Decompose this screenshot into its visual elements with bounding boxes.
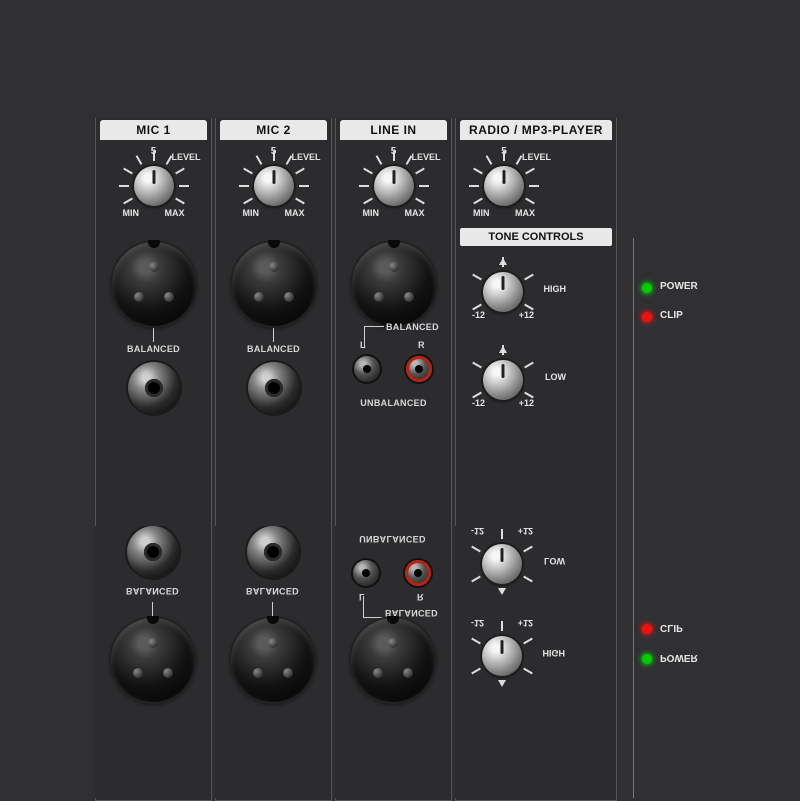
channel-title: MIC 2: [256, 123, 291, 137]
xlr-jack-mirror[interactable]: [231, 618, 315, 702]
trs-jack-mirror[interactable]: [127, 526, 179, 578]
channel-title: MIC 1: [136, 123, 171, 137]
label-max: MAX: [165, 208, 185, 218]
power-led-icon: [642, 283, 652, 293]
mixer-panel: MIC 1 5 LEVEL MIN MAX BALANCED MIC 2 5 L…: [95, 118, 710, 800]
xlr-jack[interactable]: [112, 242, 196, 326]
balanced-label: BALANCED: [386, 322, 439, 332]
level-knob[interactable]: 5 LEVEL MIN MAX: [229, 144, 319, 230]
xlr-jack-mirror[interactable]: [351, 618, 435, 702]
power-led-mirror-icon: [642, 654, 652, 664]
tone-high-knob-mirror[interactable]: -12 +12 HIGH: [457, 612, 547, 698]
clip-led-mirror-icon: [642, 624, 652, 634]
trs-jack[interactable]: [248, 362, 300, 414]
channel-title: LINE IN: [370, 123, 416, 137]
channel-header: RADIO / MP3-PLAYER: [460, 120, 612, 140]
rca-l-jack[interactable]: [354, 356, 380, 382]
l-label: L: [360, 340, 366, 350]
rca-r-jack[interactable]: [406, 356, 432, 382]
xlr-jack[interactable]: [232, 242, 316, 326]
trs-jack-mirror[interactable]: [247, 526, 299, 578]
channel-title: RADIO / MP3-PLAYER: [469, 123, 603, 137]
xlr-jack[interactable]: [352, 242, 436, 326]
label-5: 5: [151, 146, 157, 157]
tone-high-knob[interactable]: HIGH -12 +12: [458, 248, 548, 334]
balanced-label: BALANCED: [96, 344, 211, 354]
mirrored-section: BALANCED BALANCED UNBALANCED L R BALANCE…: [95, 526, 710, 798]
tone-controls-header: TONE CONTROLS: [460, 228, 612, 246]
level-knob[interactable]: 5 LEVEL MIN MAX: [109, 144, 199, 230]
rca-l-jack-mirror[interactable]: [353, 560, 379, 586]
channel-header: LINE IN: [340, 120, 447, 140]
clip-led-icon: [642, 312, 652, 322]
clip-label: CLIP: [660, 310, 683, 321]
xlr-jack-mirror[interactable]: [111, 618, 195, 702]
channel-header: MIC 1: [100, 120, 207, 140]
r-label: R: [418, 340, 425, 350]
tone-low-knob[interactable]: LOW -12 +12: [458, 336, 548, 422]
unbalanced-label: UNBALANCED: [336, 398, 451, 408]
level-knob[interactable]: 5 LEVEL MIN MAX: [349, 144, 439, 230]
level-knob[interactable]: 5 LEVEL MIN MAX: [459, 144, 549, 230]
channel-header: MIC 2: [220, 120, 327, 140]
trs-jack[interactable]: [128, 362, 180, 414]
label-level: LEVEL: [171, 152, 200, 162]
connector-line: [153, 328, 154, 342]
tone-low-knob-mirror[interactable]: -12 +12 LOW: [457, 526, 547, 606]
label-min: MIN: [123, 208, 140, 218]
power-label: POWER: [660, 281, 698, 292]
rca-r-jack-mirror[interactable]: [405, 560, 431, 586]
knob-dial-icon: [134, 166, 174, 206]
